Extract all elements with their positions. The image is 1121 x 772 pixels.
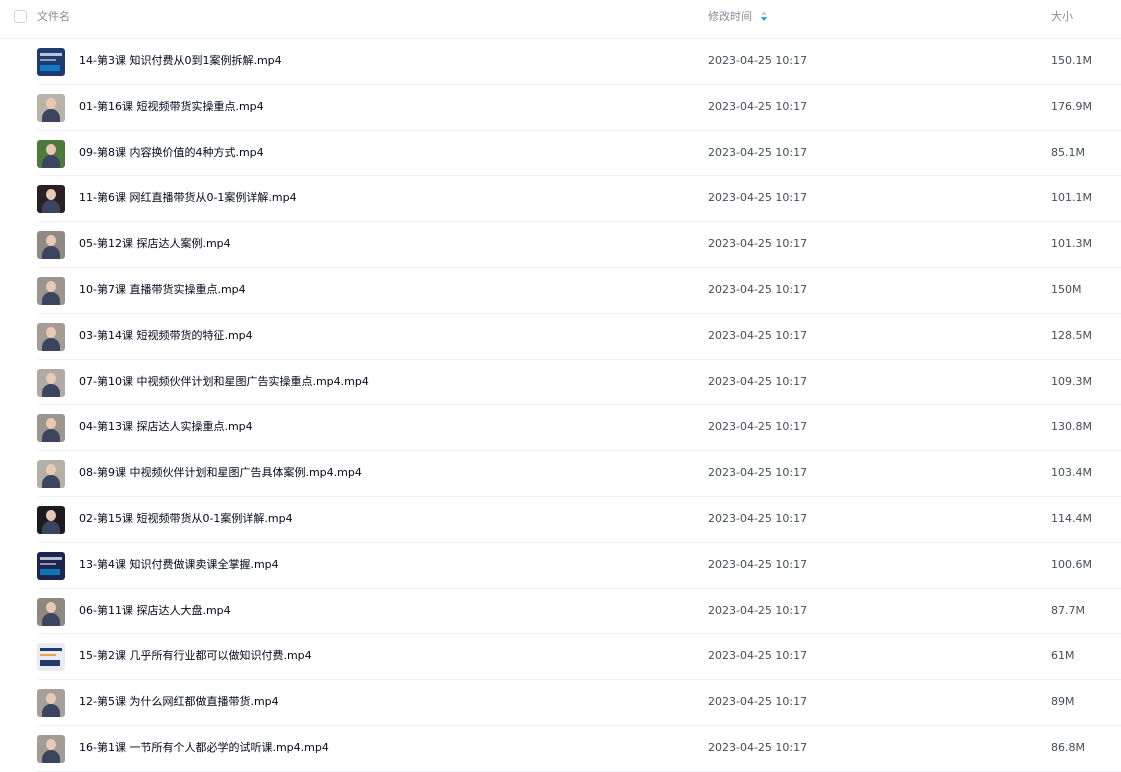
file-modified-time: 2023-04-25 10:17 [708, 603, 808, 617]
file-name[interactable]: 15-第2课 几乎所有行业都可以做知识付费.mp4 [79, 649, 312, 663]
file-size: 114.4M [1051, 511, 1092, 525]
file-modified-time: 2023-04-25 10:17 [708, 99, 808, 113]
file-size: 86.8M [1051, 740, 1085, 754]
video-thumbnail-icon[interactable] [37, 185, 65, 214]
video-thumbnail-icon[interactable] [37, 689, 65, 718]
column-header-modified-time[interactable]: 修改时间 [708, 10, 752, 24]
file-name[interactable]: 08-第9课 中视频伙伴计划和星图广告具体案例.mp4.mp4 [79, 466, 362, 480]
file-row[interactable]: 04-第13课 探店达人实操重点.mp4 2023-04-25 10:17 130.… [0, 405, 1121, 452]
video-thumbnail-icon[interactable] [37, 139, 65, 168]
video-thumbnail-icon[interactable] [37, 597, 65, 626]
file-row[interactable]: 02-第15课 短视频带货从0-1案例详解.mp4 2023-04-25 10:1… [0, 497, 1121, 543]
video-thumbnail-icon[interactable] [37, 551, 65, 580]
file-modified-time: 2023-04-25 10:17 [708, 649, 808, 663]
file-modified-time: 2023-04-25 10:17 [708, 466, 808, 480]
file-size: 150M [1051, 282, 1082, 296]
file-modified-time: 2023-04-25 10:17 [708, 511, 808, 525]
file-modified-time: 2023-04-25 10:17 [708, 237, 808, 251]
file-row[interactable]: 01-第16课 短视频带货实操重点.mp4 2023-04-25 10:17 176… [0, 85, 1121, 131]
file-modified-time: 2023-04-25 10:17 [708, 557, 808, 571]
video-thumbnail-icon[interactable] [37, 643, 65, 672]
file-row[interactable]: 09-第8课 内容换价值的4种方式.mp4 2023-04-25 10:17 85.… [0, 131, 1121, 177]
file-name[interactable]: 16-第1课 一节所有个人都必学的试听课.mp4.mp4 [79, 741, 329, 755]
sort-desc-icon[interactable] [760, 10, 768, 24]
file-row[interactable]: 13-第4课 知识付费做课卖课全掌握.mp4 2023-04-25 10:17 10… [0, 543, 1121, 589]
file-name[interactable]: 14-第3课 知识付费从0到1案例拆解.mp4 [79, 54, 282, 68]
file-size: 109.3M [1051, 374, 1092, 388]
file-modified-time: 2023-04-25 10:17 [708, 374, 808, 388]
video-thumbnail-icon[interactable] [37, 322, 65, 351]
video-thumbnail-icon[interactable] [37, 460, 65, 489]
select-all-checkbox[interactable] [14, 10, 27, 23]
file-row[interactable]: 05-第12课 探店达人案例.mp4 2023-04-25 10:17 101.3M [0, 222, 1121, 268]
file-size: 100.6M [1051, 557, 1092, 571]
file-size: 61M [1051, 649, 1075, 663]
file-name[interactable]: 07-第10课 中视频伙伴计划和星图广告实操重点.mp4.mp4 [79, 375, 369, 389]
file-name[interactable]: 12-第5课 为什么网红都做直播带货.mp4 [79, 695, 279, 709]
file-modified-time: 2023-04-25 10:17 [708, 191, 808, 205]
column-header-size[interactable]: 大小 [1051, 10, 1073, 24]
file-name[interactable]: 04-第13课 探店达人实操重点.mp4 [79, 420, 253, 434]
column-header-name[interactable]: 文件名 [37, 10, 70, 24]
video-thumbnail-icon[interactable] [37, 414, 65, 443]
file-row[interactable]: 11-第6课 网红直播带货从0-1案例详解.mp4 2023-04-25 10:1… [0, 176, 1121, 223]
file-row[interactable]: 14-第3课 知识付费从0到1案例拆解.mp4 2023-04-25 10:17 1… [0, 39, 1121, 85]
file-size: 89M [1051, 695, 1075, 709]
file-name[interactable]: 01-第16课 短视频带货实操重点.mp4 [79, 100, 264, 114]
file-modified-time: 2023-04-25 10:17 [708, 695, 808, 709]
file-name[interactable]: 02-第15课 短视频带货从0-1案例详解.mp4 [79, 512, 293, 526]
video-thumbnail-icon[interactable] [37, 93, 65, 122]
file-row[interactable]: 15-第2课 几乎所有行业都可以做知识付费.mp4 2023-04-25 10:1… [0, 634, 1121, 681]
file-row[interactable]: 03-第14课 短视频带货的特征.mp4 2023-04-25 10:17 128.… [0, 314, 1121, 360]
file-list: 14-第3课 知识付费从0到1案例拆解.mp4 2023-04-25 10:17 1… [0, 39, 1121, 772]
file-name[interactable]: 13-第4课 知识付费做课卖课全掌握.mp4 [79, 558, 279, 572]
file-name[interactable]: 03-第14课 短视频带货的特征.mp4 [79, 329, 253, 343]
file-size: 150.1M [1051, 54, 1092, 67]
file-name[interactable]: 10-第7课 直播带货实操重点.mp4 [79, 283, 246, 297]
file-modified-time: 2023-04-25 10:17 [708, 328, 808, 342]
file-name[interactable]: 09-第8课 内容换价值的4种方式.mp4 [79, 146, 264, 160]
file-name[interactable]: 11-第6课 网红直播带货从0-1案例详解.mp4 [79, 191, 297, 205]
file-modified-time: 2023-04-25 10:17 [708, 740, 808, 754]
file-list-header: 文件名 修改时间 大小 [0, 0, 1121, 39]
file-modified-time: 2023-04-25 10:17 [708, 282, 808, 296]
file-name[interactable]: 06-第11课 探店达人大盘.mp4 [79, 604, 231, 618]
file-size: 87.7M [1051, 603, 1085, 617]
video-thumbnail-icon[interactable] [37, 48, 65, 76]
file-size: 85.1M [1051, 145, 1085, 159]
file-row[interactable]: 16-第1课 一节所有个人都必学的试听课.mp4.mp4 2023-04-25 1… [0, 726, 1121, 772]
file-row[interactable]: 10-第7课 直播带货实操重点.mp4 2023-04-25 10:17 150M [0, 268, 1121, 314]
video-thumbnail-icon[interactable] [37, 276, 65, 305]
file-size: 101.3M [1051, 237, 1092, 251]
video-thumbnail-icon[interactable] [37, 231, 65, 260]
file-size: 176.9M [1051, 99, 1092, 113]
video-thumbnail-icon[interactable] [37, 368, 65, 397]
file-row[interactable]: 08-第9课 中视频伙伴计划和星图广告具体案例.mp4.mp4 2023-04-2… [0, 451, 1121, 497]
video-thumbnail-icon[interactable] [37, 505, 65, 534]
file-size: 128.5M [1051, 328, 1092, 342]
file-size: 130.8M [1051, 420, 1092, 434]
file-modified-time: 2023-04-25 10:17 [708, 54, 808, 67]
video-thumbnail-icon[interactable] [37, 734, 65, 763]
file-row[interactable]: 07-第10课 中视频伙伴计划和星图广告实操重点.mp4.mp4 2023-04-… [0, 360, 1121, 406]
file-name[interactable]: 05-第12课 探店达人案例.mp4 [79, 237, 231, 251]
file-row[interactable]: 06-第11课 探店达人大盘.mp4 2023-04-25 10:17 87.7M [0, 589, 1121, 635]
file-modified-time: 2023-04-25 10:17 [708, 420, 808, 434]
file-row[interactable]: 12-第5课 为什么网红都做直播带货.mp4 2023-04-25 10:17 89… [0, 680, 1121, 726]
file-size: 103.4M [1051, 466, 1092, 480]
file-size: 101.1M [1051, 191, 1092, 205]
file-modified-time: 2023-04-25 10:17 [708, 145, 808, 159]
